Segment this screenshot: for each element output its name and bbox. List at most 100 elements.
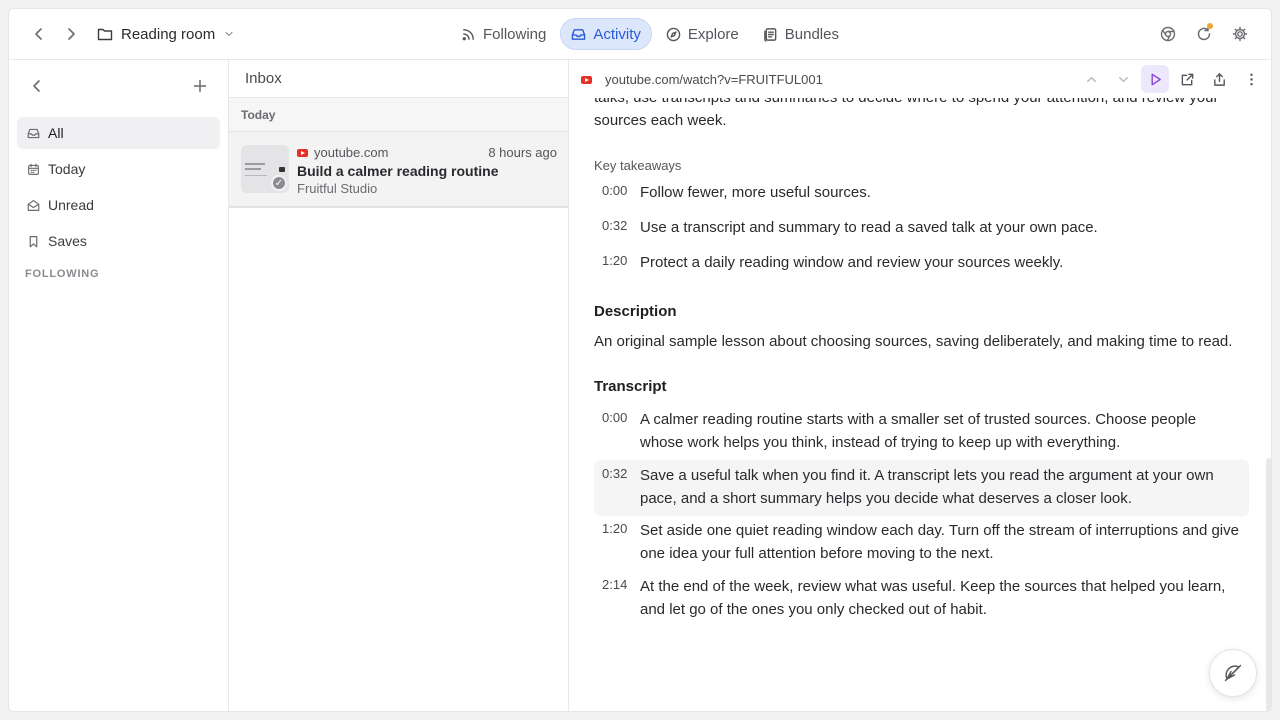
chevron-down-icon: [1118, 76, 1128, 82]
reader-url[interactable]: youtube.com/watch?v=FRUITFUL001: [605, 72, 823, 87]
reader-scrollbar[interactable]: [1265, 98, 1271, 711]
reader-mode-button[interactable]: [1209, 649, 1257, 697]
timestamp[interactable]: 0:00: [602, 183, 627, 198]
description-heading: Description: [594, 303, 677, 320]
youtube-icon: [581, 76, 592, 84]
inbox-item[interactable]: ✓ youtube.com 8 hours ago Build a calmer…: [229, 131, 568, 208]
chevron-left-icon: [35, 28, 42, 40]
more-options-button[interactable]: [1237, 65, 1265, 93]
takeaway-text: Protect a daily reading window and revie…: [640, 254, 1064, 271]
forward-button[interactable]: [57, 20, 85, 48]
back-button[interactable]: [25, 20, 53, 48]
calendar-icon: [28, 163, 39, 175]
chevron-left-icon: [33, 80, 40, 92]
settings-button[interactable]: [1226, 20, 1254, 48]
key-takeaways-label: Key takeaways: [594, 158, 682, 173]
bundle-icon: [763, 27, 777, 42]
item-source-label: youtube.com: [314, 145, 389, 160]
timestamp[interactable]: 2:14: [602, 577, 627, 592]
rss-icon: [462, 28, 474, 40]
sidebar-item-all[interactable]: All: [17, 117, 220, 149]
timestamp[interactable]: 1:20: [602, 521, 627, 536]
takeaway-text: Follow fewer, more useful sources.: [640, 184, 871, 201]
transcript-heading: Transcript: [594, 378, 667, 395]
scrollbar-thumb[interactable]: [1266, 458, 1271, 711]
transcript-row[interactable]: 0:00 A calmer reading routine starts wit…: [594, 408, 1249, 456]
summary-line: talks, use transcripts and summaries to …: [594, 98, 1250, 109]
external-link-icon: [1181, 73, 1193, 85]
transcript-text: Set aside one quiet reading window each …: [640, 522, 1239, 562]
reader-content: talks, use transcripts and summaries to …: [569, 98, 1271, 711]
sidebar-item-label: Saves: [48, 233, 87, 249]
gear-icon: [1232, 26, 1248, 42]
add-button[interactable]: [186, 72, 214, 100]
next-item-button[interactable]: [1109, 65, 1137, 93]
item-source: youtube.com: [297, 145, 388, 160]
share-icon: [1213, 72, 1225, 86]
inbox-column: Inbox Today ✓ youtube.com 8 hours ago Bu…: [229, 60, 569, 711]
tab-activity[interactable]: Activity: [560, 18, 652, 50]
sidebar: All Today Unread Saves FOLLOWING: [9, 60, 229, 711]
timestamp[interactable]: 0:32: [602, 218, 627, 233]
collapse-sidebar-button[interactable]: [23, 72, 51, 100]
transcript-row[interactable]: 1:20 Set aside one quiet reading window …: [594, 519, 1249, 567]
thumbnail-text-line: [245, 175, 267, 176]
thumbnail-text-line: [245, 168, 261, 170]
play-button[interactable]: [1141, 65, 1169, 93]
top-bar: Reading room Following Activity Explore …: [9, 9, 1271, 60]
timestamp[interactable]: 0:00: [602, 410, 627, 425]
share-button[interactable]: [1205, 65, 1233, 93]
app-window: Reading room Following Activity Explore …: [8, 8, 1272, 712]
citrus-icon: [1224, 664, 1242, 682]
tab-following[interactable]: Following: [451, 18, 556, 50]
summary-line: sources each week.: [594, 112, 727, 129]
sidebar-item-today[interactable]: Today: [17, 153, 220, 185]
previous-item-button[interactable]: [1077, 65, 1105, 93]
sidebar-item-label: Unread: [48, 197, 94, 213]
takeaway-row[interactable]: 0:32 Use a transcript and summary to rea…: [594, 216, 1249, 240]
open-external-button[interactable]: [1173, 65, 1201, 93]
sidebar-item-unread[interactable]: Unread: [17, 189, 220, 221]
inbox-icon: [572, 28, 586, 40]
tab-activity-label: Activity: [593, 25, 641, 43]
group-label-today: Today: [229, 98, 568, 131]
transcript-text: At the end of the week, review what was …: [640, 578, 1226, 618]
main-nav-tabs: Following Activity Explore Bundles: [451, 18, 849, 50]
takeaway-row[interactable]: 1:20 Protect a daily reading window and …: [594, 251, 1249, 275]
reader-toolbar: youtube.com/watch?v=FRUITFUL001: [569, 60, 1271, 98]
tab-explore[interactable]: Explore: [656, 18, 749, 50]
transcript-text: A calmer reading routine starts with a s…: [640, 411, 1197, 451]
timestamp[interactable]: 0:32: [602, 466, 627, 481]
item-author: Fruitful Studio: [297, 181, 378, 196]
sidebar-item-label: Today: [48, 161, 86, 177]
play-icon: [1151, 73, 1161, 85]
more-vertical-icon: [1249, 73, 1253, 85]
plus-icon: [193, 79, 207, 93]
summary-text: talks, use transcripts and summaries to …: [594, 98, 1250, 132]
tab-explore-label: Explore: [687, 25, 739, 43]
folder-selector[interactable]: Reading room: [97, 22, 235, 46]
takeaway-text: Use a transcript and summary to read a s…: [640, 219, 1098, 236]
extension-button[interactable]: [1154, 20, 1182, 48]
tab-following-label: Following: [483, 25, 547, 43]
mail-open-icon: [27, 199, 40, 211]
transcript-row-highlighted[interactable]: 0:32 Save a useful talk when you find it…: [594, 460, 1249, 516]
play-icon: [279, 167, 285, 172]
item-timestamp: 8 hours ago: [488, 145, 557, 160]
description-text: An original sample lesson about choosing…: [594, 333, 1233, 350]
bookmark-icon: [29, 235, 38, 247]
transcript-row[interactable]: 2:14 At the end of the week, review what…: [594, 575, 1249, 623]
chevron-down-icon: [225, 31, 233, 37]
video-thumbnail: ✓: [241, 145, 289, 193]
takeaway-row[interactable]: 0:00 Follow fewer, more useful sources.: [594, 181, 1249, 205]
sidebar-item-saves[interactable]: Saves: [17, 225, 220, 257]
refresh-button[interactable]: [1190, 20, 1218, 48]
notification-dot: [1207, 23, 1213, 29]
tab-bundles[interactable]: Bundles: [753, 18, 849, 50]
browser-icon: [1160, 26, 1176, 42]
thumbnail-text-line: [245, 163, 265, 165]
timestamp[interactable]: 1:20: [602, 253, 627, 268]
compass-icon: [666, 27, 681, 41]
sidebar-item-label: All: [48, 125, 64, 141]
inbox-title: Inbox: [229, 60, 568, 98]
